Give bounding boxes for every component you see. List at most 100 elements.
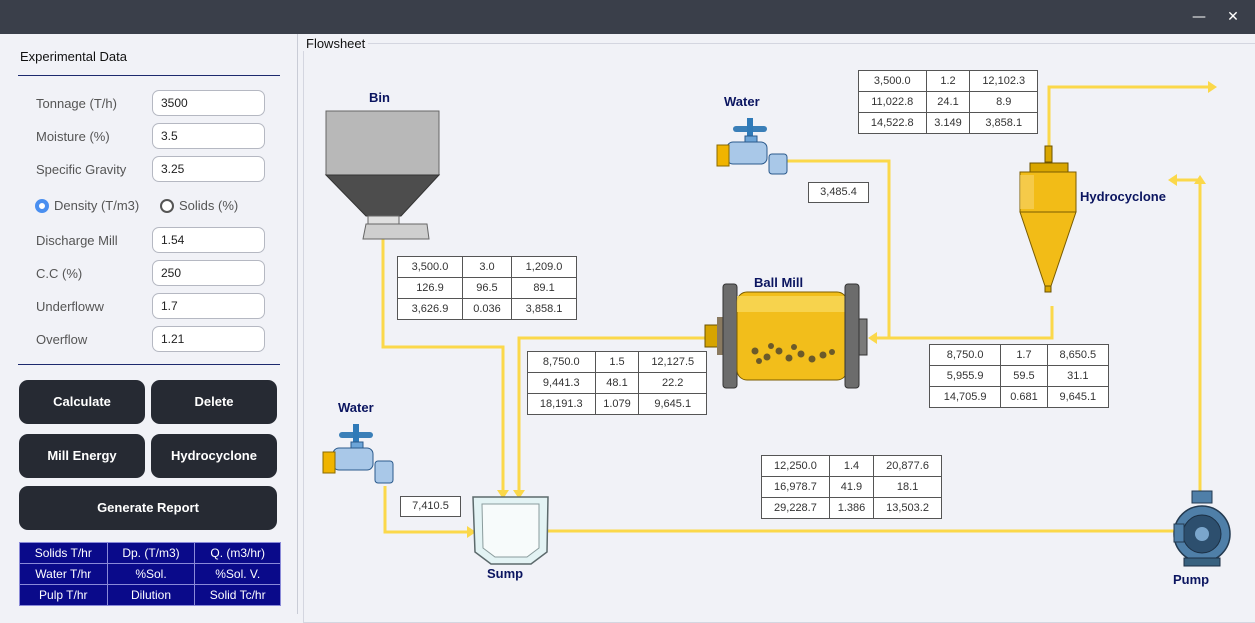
mill-discharge-stream-table: 8,750.0 1.5 12,127.5 9,441.3 48.1 22.2 18,19… [527,351,707,415]
underflow-input[interactable] [152,293,265,319]
stream-value: 3.0 [461,256,513,278]
discharge-mill-input[interactable] [152,227,265,253]
stream-underflow-to-mill [875,306,1054,340]
arrow-icon [868,332,877,344]
tonnage-label: Tonnage (T/h) [36,96,117,111]
stream-value: 3,858.1 [511,298,577,320]
stream-value: 9,645.1 [1046,386,1110,408]
divider [18,364,280,365]
water-sump-value: 7,410.5 [400,496,461,517]
specific-gravity-input[interactable] [152,156,265,182]
stream-value: 18,191.3 [527,393,596,415]
stream-value: 3,626.9 [397,298,463,320]
stream-value: 1.079 [594,393,640,415]
specific-gravity-label: Specific Gravity [36,162,127,177]
stream-value: 20,877.6 [873,455,942,477]
stream-value: 59.5 [1000,365,1048,387]
ball-mill-label: Ball Mill [754,275,804,290]
solids-radio-label: Solids (%) [179,198,239,213]
stream-value: 3,858.1 [969,112,1038,134]
stream-value: 3,500.0 [397,256,463,278]
overflow-stream-table: 3,500.0 1.2 12,102.3 11,022.8 24.1 8.9 14,52… [858,70,1038,134]
stream-value: 16,978.7 [761,476,830,498]
stream-value: 11,022.8 [858,91,927,113]
cc-input[interactable] [152,260,265,286]
stream-pump-to-cyclone [1174,178,1202,496]
stream-value: 24.1 [925,91,971,113]
legend-cell: Q. (m3/hr) [194,542,281,564]
stream-value: 1.7 [1000,344,1048,366]
tonnage-input[interactable] [152,90,265,116]
pump-feed-stream-table: 12,250.0 1.4 20,877.6 16,978.7 41.9 18.1 29,… [761,455,942,519]
moisture-label: Moisture (%) [36,129,110,144]
water-label: Water [724,94,760,109]
title-bar: — ✕ [0,0,1255,34]
overflow-label: Overflow [36,332,88,347]
stream-value: 14,705.9 [928,386,1002,408]
flowsheet-area: Flowsheet Bin Water Ball Mill Hydrocyclo… [299,34,1255,623]
density-radio[interactable] [35,199,49,213]
experimental-data-panel: Experimental Data Tonnage (T/h) Moisture… [0,34,298,614]
stream-value: 1.2 [925,70,971,92]
hydrocyclone-button[interactable]: Hydrocyclone [151,434,277,478]
mill-energy-button[interactable]: Mill Energy [19,434,145,478]
stream-value: 0.036 [461,298,513,320]
arrow-icon [1168,174,1177,186]
water-tap-icon [716,118,788,175]
bin-label: Bin [369,90,390,105]
pump-label: Pump [1173,572,1210,587]
ball-mill-icon [704,283,868,389]
generate-report-button[interactable]: Generate Report [19,486,277,530]
sump-label: Sump [487,566,524,581]
legend-cell: %Sol. [106,563,196,585]
stream-value: 48.1 [594,372,640,394]
delete-button[interactable]: Delete [151,380,277,424]
stream-value: 1,209.0 [511,256,577,278]
stream-value: 8.9 [969,91,1038,113]
stream-value: 8,750.0 [527,351,596,373]
legend-cell: %Sol. V. [194,563,281,585]
stream-value: 126.9 [397,277,463,299]
close-button[interactable]: ✕ [1222,6,1244,28]
legend-cell: Solids T/hr [19,542,108,564]
minimize-button[interactable]: — [1188,6,1210,28]
hydrocyclone-label: Hydrocyclone [1080,189,1166,204]
stream-value: 1.5 [594,351,640,373]
stream-value: 22.2 [638,372,707,394]
pump-icon [1173,490,1231,567]
hydrocyclone-icon [1019,145,1077,293]
stream-value: 14,522.8 [858,112,927,134]
sump-icon [472,496,549,565]
discharge-mill-label: Discharge Mill [36,233,118,248]
stream-value: 5,955.9 [928,365,1002,387]
stream-value: 1.4 [828,455,875,477]
stream-value: 1.386 [828,497,875,519]
stream-value: 9,645.1 [638,393,707,415]
stream-value: 9,441.3 [527,372,596,394]
bin-feed-stream-table: 3,500.0 3.0 1,209.0 126.9 96.5 89.1 3,626.9 0… [397,256,577,320]
divider [18,75,280,76]
stream-value: 31.1 [1046,365,1110,387]
stream-value: 29,228.7 [761,497,830,519]
calculate-button[interactable]: Calculate [19,380,145,424]
stream-value: 13,503.2 [873,497,942,519]
legend-cell: Solid Tc/hr [194,584,281,606]
water-mill-value: 3,485.4 [808,182,869,203]
overflow-input[interactable] [152,326,265,352]
stream-value: 8,650.5 [1046,344,1110,366]
stream-value: 3,500.0 [858,70,927,92]
water-label: Water [338,400,374,415]
flowsheet-diagram [322,81,1231,567]
legend-cell: Dilution [106,584,196,606]
stream-value: 89.1 [511,277,577,299]
water-tap-icon [322,424,394,484]
solids-radio[interactable] [160,199,174,213]
stream-overflow [1047,85,1211,147]
stream-value: 12,250.0 [761,455,830,477]
density-radio-label: Density (T/m3) [54,198,140,213]
stream-value: 12,127.5 [638,351,707,373]
cc-label: C.C (%) [36,266,83,281]
underflow-label: Underfloww [36,299,104,314]
moisture-input[interactable] [152,123,265,149]
legend-cell: Dp. (T/m3) [106,542,196,564]
